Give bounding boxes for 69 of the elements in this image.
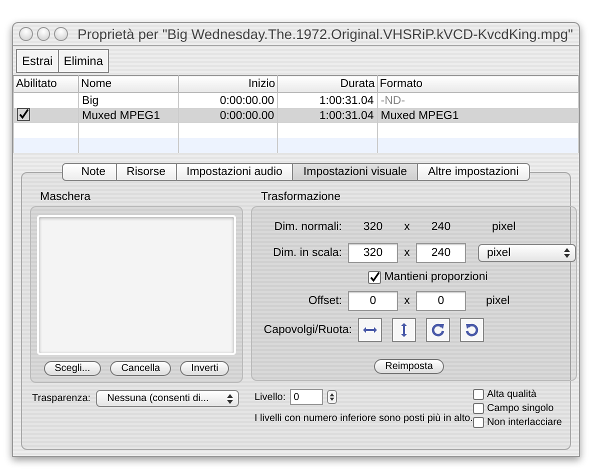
times-sign: x <box>403 295 411 307</box>
times-sign: x <box>403 221 411 233</box>
toolbar-button[interactable]: Estrai <box>16 48 59 72</box>
window-control-button[interactable] <box>19 27 32 41</box>
table-cell: 0:00:00.00 <box>220 110 274 122</box>
height-value: 240 <box>430 221 452 233</box>
transform-button[interactable] <box>392 318 416 342</box>
tab[interactable]: Impostazioni audio <box>176 163 294 181</box>
checkbox-label: Non interlacciare <box>486 417 562 428</box>
tab[interactable]: Altre impostazioni <box>418 163 530 181</box>
tab[interactable]: Risorse <box>116 163 177 181</box>
tab[interactable]: Impostazioni visuale <box>293 163 418 181</box>
up-down-arrows-icon <box>226 392 234 404</box>
transform-button[interactable] <box>460 318 484 342</box>
height-field[interactable]: 240 <box>416 243 466 263</box>
toolbar-button[interactable]: Elimina <box>58 48 110 72</box>
transform-button[interactable] <box>358 318 382 342</box>
column-header[interactable]: Inizio <box>178 76 278 92</box>
width-field[interactable]: 320 <box>348 243 398 263</box>
level-field[interactable]: 0 <box>290 389 323 405</box>
checkbox-label: Mantieni proporzioni <box>384 271 488 283</box>
checkbox[interactable] <box>17 108 30 121</box>
checkbox-label: Alta qualità <box>486 389 536 400</box>
transparency-popup[interactable]: Nessuna (consenti di... <box>96 390 238 407</box>
tab[interactable]: Note <box>62 163 117 181</box>
transform-button[interactable] <box>426 318 450 342</box>
rotate-clockwise-icon <box>430 322 446 338</box>
table-cell: 1:00:31.04 <box>319 94 374 106</box>
unit-select[interactable]: pixel <box>478 244 576 262</box>
unit-label: pixel <box>492 221 516 233</box>
table-cell: Muxed MPEG1 <box>82 110 160 122</box>
checkbox[interactable] <box>472 403 484 414</box>
times-sign: x <box>403 247 411 259</box>
field-label: Dim. in scala: <box>272 247 343 259</box>
checkbox[interactable] <box>368 270 382 284</box>
window-control-button[interactable] <box>36 27 50 41</box>
checkbox-label: Campo singolo <box>486 403 554 414</box>
window-title: Proprietà per "Big Wednesday.The.1972.Original.VHSRiP.kVCD-KvcdKing.mpg" <box>78 26 574 42</box>
field-label: Capovolgi/Ruota: <box>262 324 353 336</box>
group-title: Maschera <box>39 191 92 205</box>
rotate-counterclockwise-icon <box>464 322 480 338</box>
field-label: Offset: <box>307 295 343 307</box>
width-value: 320 <box>362 221 384 233</box>
checkbox[interactable] <box>472 417 484 428</box>
checkbox[interactable] <box>472 389 484 400</box>
table-cell: 0:00:00.00 <box>220 94 274 106</box>
field-label: Trasparenza: <box>31 392 92 406</box>
table-cell: Muxed MPEG1 <box>380 110 459 122</box>
up-down-arrows-icon <box>563 247 571 259</box>
column-header[interactable]: Formato <box>377 76 578 92</box>
field-label: Livello: <box>254 392 286 402</box>
hint-text: I livelli con numero inferiore sono posti più in alto. <box>254 413 473 424</box>
field-label: Dim. normali: <box>273 221 343 233</box>
column-header[interactable]: Abilitato <box>14 76 79 92</box>
column-header[interactable]: Nome <box>78 76 178 92</box>
unit-label: pixel <box>486 295 510 307</box>
mask-button[interactable]: Cancella <box>110 361 172 376</box>
table-cell: 1:00:31.04 <box>319 110 374 122</box>
table-cell: Big <box>82 94 99 106</box>
table-cell: -ND- <box>380 94 406 106</box>
window-control-button[interactable] <box>54 27 68 41</box>
offset-x-field[interactable]: 0 <box>348 291 398 311</box>
column-header[interactable]: Durata <box>278 76 378 92</box>
reset-button[interactable]: Reimposta <box>374 359 444 374</box>
stepper[interactable] <box>326 390 337 404</box>
mask-button[interactable]: Scegli... <box>44 361 102 376</box>
group-title: Trasformazione <box>260 191 342 205</box>
mask-button[interactable]: Inverti <box>180 361 230 376</box>
offset-y-field[interactable]: 0 <box>416 291 466 311</box>
